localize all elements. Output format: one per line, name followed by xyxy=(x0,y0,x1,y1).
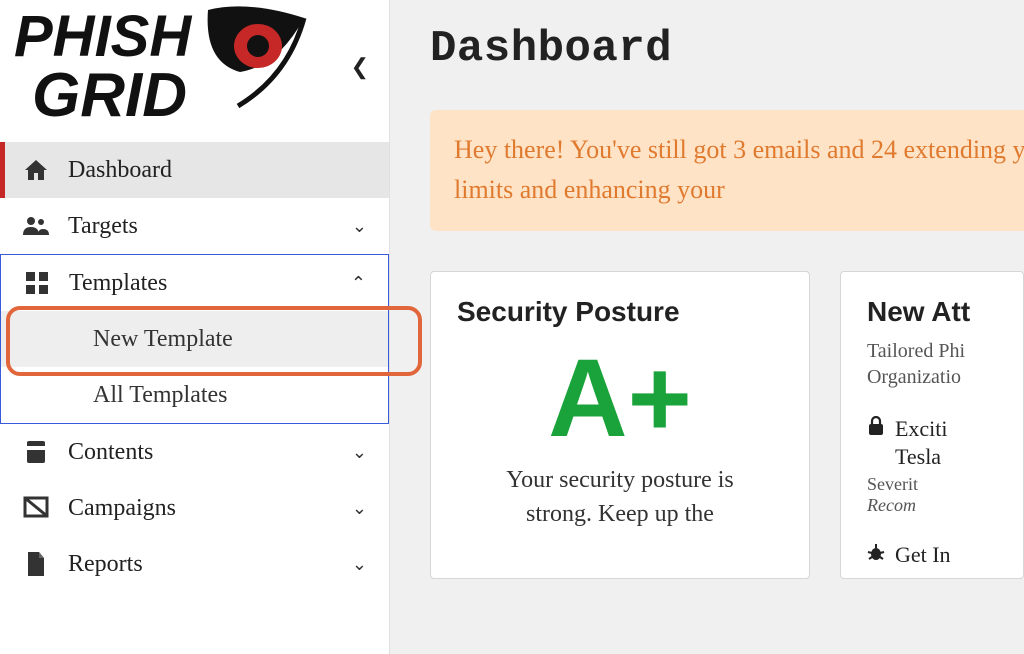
cards-row: Security Posture A+ Your security postur… xyxy=(430,271,1024,579)
sidebar: PHISH GRID ❮ Dashboard Targets ⌄ xyxy=(0,0,390,654)
sidebar-item-contents[interactable]: Contents ⌄ xyxy=(0,424,389,480)
security-grade: A+ xyxy=(457,338,783,459)
sidebar-item-dashboard[interactable]: Dashboard xyxy=(0,142,389,198)
recommendation: Recom xyxy=(867,495,916,515)
posture-description: Your security posture is strong. Keep up… xyxy=(457,463,783,533)
card-subtitle: Tailored Phi Organizatio xyxy=(867,338,997,390)
file-icon xyxy=(22,551,50,577)
sidebar-collapse-button[interactable]: ❮ xyxy=(341,54,379,80)
flag-icon xyxy=(22,496,50,520)
sidebar-subitem-new-template[interactable]: New Template xyxy=(1,311,388,367)
sidebar-subitem-label: New Template xyxy=(93,326,233,353)
sidebar-group-templates: Templates ⌃ New Template All Templates xyxy=(0,254,389,424)
chevron-up-icon: ⌃ xyxy=(351,273,366,294)
home-icon xyxy=(22,158,50,182)
sidebar-item-templates[interactable]: Templates ⌃ xyxy=(1,255,388,311)
brand-logo: PHISH GRID xyxy=(10,0,320,134)
sidebar-item-label: Targets xyxy=(68,213,138,240)
sidebar-item-label: Templates xyxy=(69,270,167,297)
sidebar-item-label: Reports xyxy=(68,551,143,578)
chevron-down-icon: ⌄ xyxy=(352,442,367,463)
card-title: Security Posture xyxy=(457,296,783,328)
notice-text: Hey there! You've still got 3 emails and… xyxy=(454,135,1024,204)
severity-label: Severit xyxy=(867,474,918,494)
attack-list-item[interactable]: Exciti Tesla Severit Recom xyxy=(867,416,997,516)
attack-list-item[interactable]: Get In xyxy=(867,542,997,568)
card-new-attacks: New Att Tailored Phi Organizatio Exciti … xyxy=(840,271,1024,579)
page-title: Dashboard xyxy=(430,24,1024,74)
card-security-posture: Security Posture A+ Your security postur… xyxy=(430,271,810,579)
users-icon xyxy=(22,215,50,237)
book-icon xyxy=(22,440,50,464)
attack-title: Exciti xyxy=(895,416,948,442)
bug-icon xyxy=(867,542,885,568)
lock-icon xyxy=(867,416,885,442)
svg-text:GRID: GRID xyxy=(32,61,187,130)
attack-title: Get In xyxy=(895,542,951,568)
sidebar-item-label: Campaigns xyxy=(68,495,176,522)
svg-text:PHISH: PHISH xyxy=(14,4,192,69)
sidebar-item-campaigns[interactable]: Campaigns ⌄ xyxy=(0,480,389,536)
chevron-down-icon: ⌄ xyxy=(352,216,367,237)
main-content: Dashboard Hey there! You've still got 3 … xyxy=(390,0,1024,654)
logo-area: PHISH GRID ❮ xyxy=(0,0,389,138)
sidebar-item-targets[interactable]: Targets ⌄ xyxy=(0,198,389,254)
notice-banner: Hey there! You've still got 3 emails and… xyxy=(430,110,1024,231)
sidebar-subitem-label: All Templates xyxy=(93,382,228,409)
attack-line2: Tesla xyxy=(895,444,941,470)
sidebar-item-label: Contents xyxy=(68,439,153,466)
grid-icon xyxy=(23,271,51,295)
chevron-down-icon: ⌄ xyxy=(352,554,367,575)
sidebar-nav: Dashboard Targets ⌄ Templates xyxy=(0,142,389,592)
chevron-down-icon: ⌄ xyxy=(352,498,367,519)
sidebar-item-reports[interactable]: Reports ⌄ xyxy=(0,536,389,592)
sidebar-item-label: Dashboard xyxy=(68,157,172,184)
sidebar-subitem-all-templates[interactable]: All Templates xyxy=(1,367,388,423)
card-title: New Att xyxy=(867,296,997,328)
